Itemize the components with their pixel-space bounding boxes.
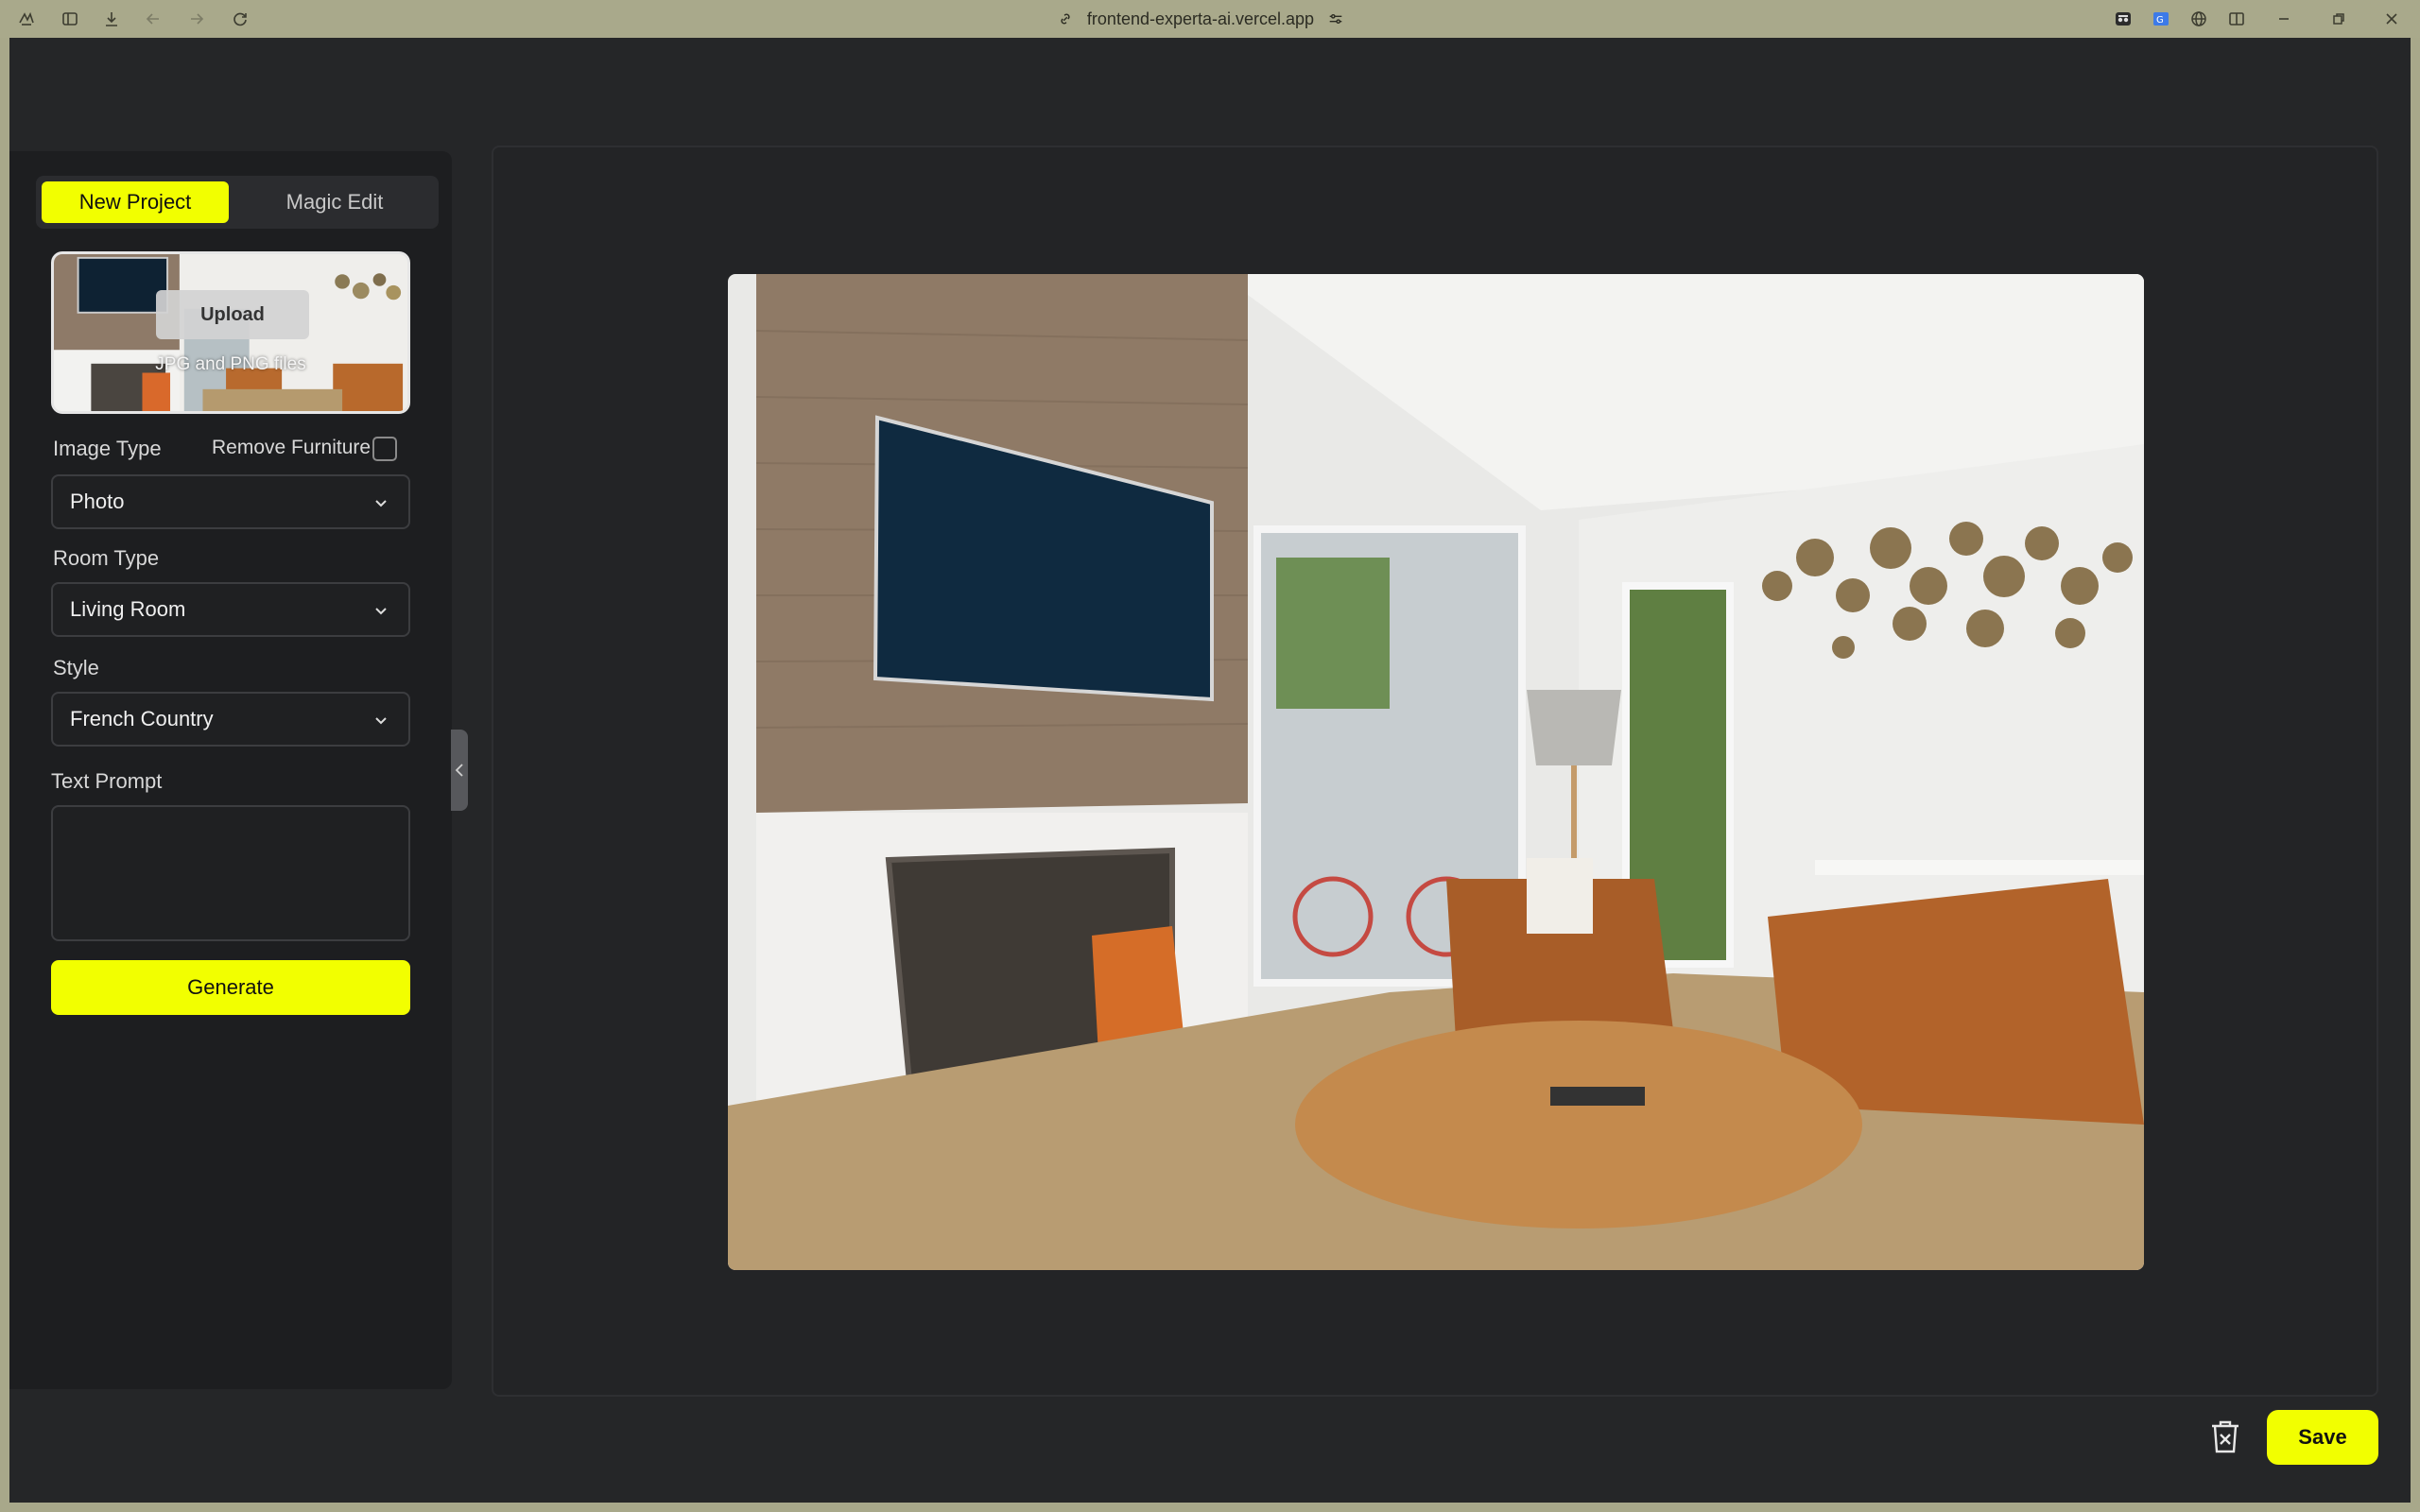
upload-dropzone[interactable]: Upload JPG and PNG files (51, 251, 410, 414)
delete-icon[interactable] (2203, 1414, 2248, 1459)
style-label: Style (53, 656, 99, 679)
remove-furniture-checkbox[interactable] (372, 437, 397, 461)
text-prompt-label: Text Prompt (51, 769, 163, 793)
minimize-icon[interactable] (2274, 9, 2293, 28)
style-value: French Country (70, 707, 214, 730)
image-canvas (492, 146, 2378, 1397)
upload-button[interactable]: Upload (156, 290, 309, 339)
back-icon[interactable] (144, 9, 163, 28)
download-icon[interactable] (102, 9, 121, 28)
sidebar: New Project Magic Edit Upload JPG and PN… (9, 151, 452, 1389)
room-image (728, 274, 2144, 1270)
room-type-select[interactable]: Living Room (51, 582, 410, 637)
site-settings-icon[interactable] (1327, 10, 1344, 27)
room-type-label: Room Type (53, 546, 160, 570)
sidebar-toggle-icon[interactable] (60, 9, 79, 28)
translate-icon[interactable]: G (2152, 9, 2170, 28)
incognito-icon[interactable] (2114, 9, 2133, 28)
mode-tabs: New Project Magic Edit (36, 176, 439, 229)
url-text: frontend-experta-ai.vercel.app (1086, 9, 1315, 28)
chevron-left-icon (455, 764, 463, 777)
save-button[interactable]: Save (2267, 1410, 2378, 1465)
generate-button[interactable]: Generate (51, 960, 410, 1015)
forward-icon[interactable] (187, 9, 206, 28)
close-icon[interactable] (2382, 9, 2401, 28)
app-logo-icon[interactable] (17, 9, 36, 28)
maximize-icon[interactable] (2329, 9, 2348, 28)
chevron-down-icon (375, 717, 387, 725)
chevron-down-icon (375, 608, 387, 615)
collapse-sidebar-handle[interactable] (451, 730, 468, 811)
tab-magic-edit[interactable]: Magic Edit (236, 181, 433, 223)
text-prompt-input[interactable] (51, 805, 410, 941)
split-view-icon[interactable] (2227, 9, 2246, 28)
browser-toolbar: frontend-experta-ai.vercel.app G (0, 0, 2420, 38)
remove-furniture-label: Remove Furniture (212, 437, 372, 458)
address-bar[interactable]: frontend-experta-ai.vercel.app (1040, 8, 1361, 30)
globe-icon[interactable] (2189, 9, 2208, 28)
image-type-select[interactable]: Photo (51, 474, 410, 529)
room-type-value: Living Room (70, 597, 186, 621)
chevron-down-icon (375, 500, 387, 507)
link-icon (1061, 13, 1070, 25)
style-select[interactable]: French Country (51, 692, 410, 747)
upload-hint: JPG and PNG files (155, 354, 306, 374)
app-window: New Project Magic Edit Upload JPG and PN… (9, 38, 2411, 1503)
image-type-label: Image Type (53, 437, 162, 460)
reload-icon[interactable] (231, 9, 250, 28)
tab-new-project[interactable]: New Project (42, 181, 229, 223)
svg-text:G: G (2156, 15, 2164, 26)
image-type-value: Photo (70, 490, 125, 513)
